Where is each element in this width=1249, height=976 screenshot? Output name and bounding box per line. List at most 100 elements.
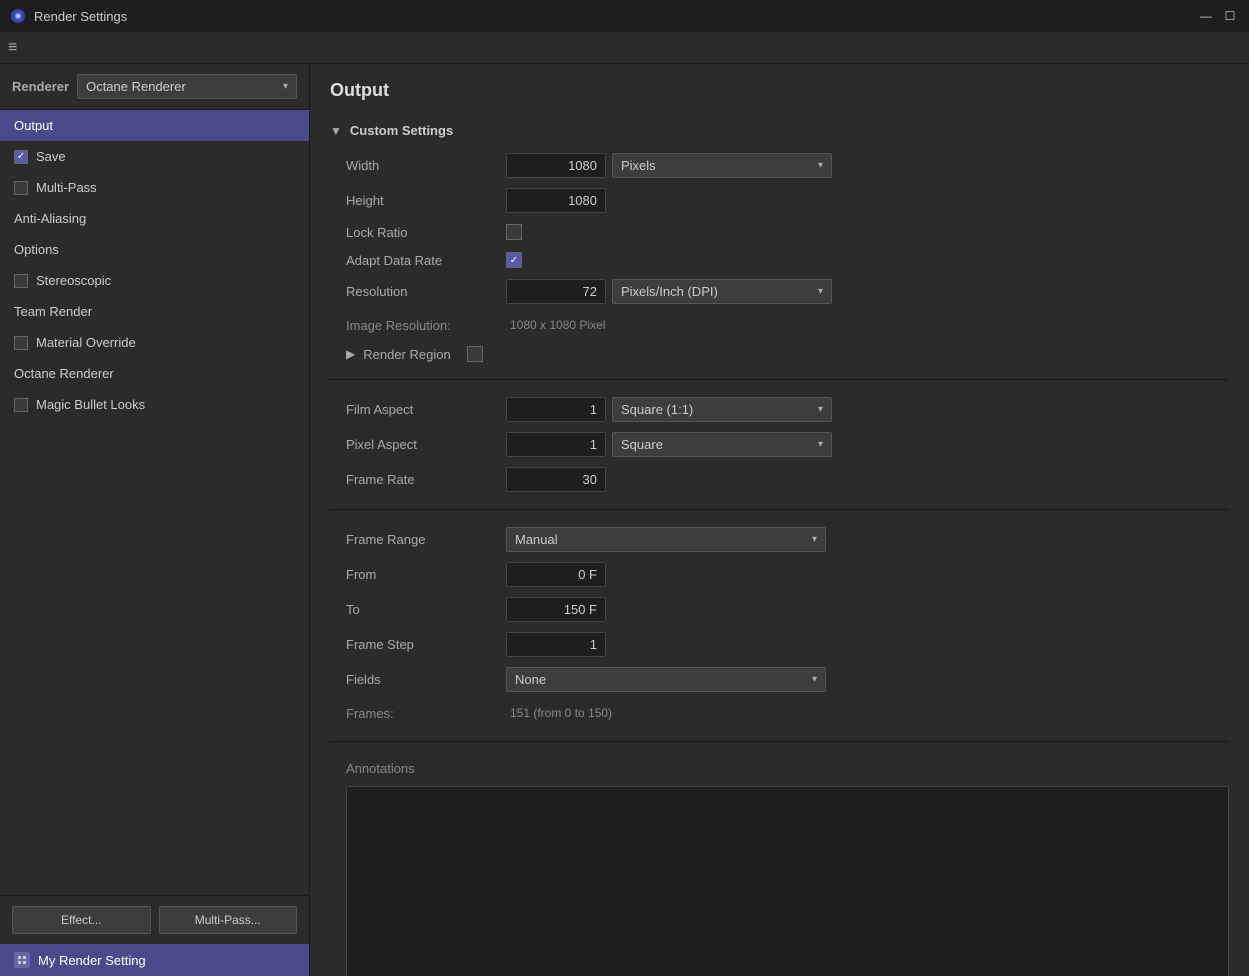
to-label: To: [346, 602, 506, 617]
aspect-form: Film Aspect Square (1:1) ▾ Pixel Aspect …: [330, 388, 1229, 501]
sidebar-item-checkbox-material-override[interactable]: [14, 336, 28, 350]
render-region-expand-icon[interactable]: ▶: [346, 347, 355, 361]
renderer-select[interactable]: Octane Renderer ▾: [77, 74, 297, 99]
sidebar-item-save[interactable]: Save: [0, 141, 309, 172]
sidebar-item-anti-aliasing[interactable]: Anti-Aliasing: [0, 203, 309, 234]
sidebar-item-multi-pass[interactable]: Multi-Pass: [0, 172, 309, 203]
content-area: Output ▼ Custom Settings Width Pixels ▾: [310, 64, 1249, 976]
frames-label: Frames:: [346, 706, 506, 721]
width-unit-select[interactable]: Pixels ▾: [612, 153, 832, 178]
film-aspect-input[interactable]: [506, 397, 606, 422]
render-setting-svg-icon: [17, 955, 27, 965]
image-resolution-value: 1080 x 1080 Pixel: [510, 314, 605, 336]
film-aspect-unit-select[interactable]: Square (1:1) ▾: [612, 397, 832, 422]
pixel-aspect-unit-select[interactable]: Square ▾: [612, 432, 832, 457]
sidebar-item-label-options: Options: [14, 242, 59, 257]
fields-row: Fields None ▾: [346, 662, 1229, 697]
from-row: From: [346, 557, 1229, 592]
sidebar-item-label-team-render: Team Render: [14, 304, 92, 319]
height-row: Height: [346, 183, 1229, 218]
sidebar-item-team-render[interactable]: Team Render: [0, 296, 309, 327]
frame-range-row: Frame Range Manual ▾: [346, 522, 1229, 557]
to-row: To: [346, 592, 1229, 627]
frame-step-input[interactable]: [506, 632, 606, 657]
app-icon: [10, 8, 26, 24]
width-label: Width: [346, 158, 506, 173]
renderer-select-value: Octane Renderer: [86, 79, 186, 94]
multi-pass-button[interactable]: Multi-Pass...: [159, 906, 298, 934]
from-label: From: [346, 567, 506, 582]
sidebar-item-options[interactable]: Options: [0, 234, 309, 265]
resolution-row: Resolution Pixels/Inch (DPI) ▾: [346, 274, 1229, 309]
annotations-label: Annotations: [346, 761, 506, 776]
width-input[interactable]: [506, 153, 606, 178]
adapt-data-rate-label: Adapt Data Rate: [346, 253, 506, 268]
film-aspect-label: Film Aspect: [346, 402, 506, 417]
custom-settings-section: ▼ Custom Settings Width Pixels ▾ Height: [330, 117, 1229, 976]
sidebar-item-label-stereoscopic: Stereoscopic: [36, 273, 111, 288]
sidebar-item-label-output: Output: [14, 118, 53, 133]
film-aspect-unit-value: Square (1:1): [621, 402, 693, 417]
sidebar-item-checkbox-save[interactable]: [14, 150, 28, 164]
resolution-unit-select[interactable]: Pixels/Inch (DPI) ▾: [612, 279, 832, 304]
sidebar-item-checkbox-multi-pass[interactable]: [14, 181, 28, 195]
width-row: Width Pixels ▾: [346, 148, 1229, 183]
resolution-input[interactable]: [506, 279, 606, 304]
render-setting-icon: [14, 952, 30, 968]
pixel-aspect-label: Pixel Aspect: [346, 437, 506, 452]
fields-select[interactable]: None ▾: [506, 667, 826, 692]
image-resolution-row: Image Resolution: 1080 x 1080 Pixel: [346, 309, 1229, 341]
annotations-textarea[interactable]: [346, 786, 1229, 976]
minimize-button[interactable]: —: [1197, 7, 1215, 25]
render-region-checkbox[interactable]: [467, 346, 483, 362]
effect-button[interactable]: Effect...: [12, 906, 151, 934]
menu-icon[interactable]: ≡: [8, 39, 17, 57]
annotations-section: Annotations: [330, 750, 1229, 976]
sidebar: Renderer Octane Renderer ▾ Output Save M…: [0, 64, 310, 976]
sidebar-item-output[interactable]: Output: [0, 110, 309, 141]
sidebar-item-label-magic-bullet: Magic Bullet Looks: [36, 397, 145, 412]
renderer-row: Renderer Octane Renderer ▾: [0, 64, 309, 110]
render-region-row: ▶ Render Region: [346, 341, 1229, 367]
fields-label: Fields: [346, 672, 506, 687]
frame-range-select[interactable]: Manual ▾: [506, 527, 826, 552]
annotations-row: Annotations: [346, 754, 1229, 782]
maximize-button[interactable]: ☐: [1221, 7, 1239, 25]
pixel-aspect-input[interactable]: [506, 432, 606, 457]
to-input[interactable]: [506, 597, 606, 622]
divider-2: [330, 509, 1229, 510]
sidebar-item-magic-bullet-looks[interactable]: Magic Bullet Looks: [0, 389, 309, 420]
frame-rate-input[interactable]: [506, 467, 606, 492]
sidebar-item-stereoscopic[interactable]: Stereoscopic: [0, 265, 309, 296]
from-input[interactable]: [506, 562, 606, 587]
frame-step-label: Frame Step: [346, 637, 506, 652]
custom-settings-title: Custom Settings: [350, 123, 453, 138]
frame-range-value: Manual: [515, 532, 558, 547]
pixel-aspect-unit-value: Square: [621, 437, 663, 452]
render-region-label: Render Region: [363, 347, 450, 362]
sidebar-item-material-override[interactable]: Material Override: [0, 327, 309, 358]
sidebar-item-checkbox-stereoscopic[interactable]: [14, 274, 28, 288]
film-aspect-row: Film Aspect Square (1:1) ▾: [346, 392, 1229, 427]
sidebar-item-checkbox-magic-bullet[interactable]: [14, 398, 28, 412]
sidebar-item-label-anti-aliasing: Anti-Aliasing: [14, 211, 86, 226]
resolution-unit-value: Pixels/Inch (DPI): [621, 284, 718, 299]
image-resolution-label: Image Resolution:: [346, 318, 506, 333]
renderer-select-arrow-icon: ▾: [283, 81, 288, 92]
fields-arrow-icon: ▾: [812, 674, 817, 685]
pixel-aspect-unit-arrow-icon: ▾: [818, 439, 823, 450]
sidebar-item-label-multi-pass: Multi-Pass: [36, 180, 97, 195]
my-render-setting[interactable]: My Render Setting: [0, 944, 309, 976]
width-unit-arrow-icon: ▾: [818, 160, 823, 171]
custom-settings-header[interactable]: ▼ Custom Settings: [330, 117, 1229, 144]
sidebar-item-octane-renderer[interactable]: Octane Renderer: [0, 358, 309, 389]
frame-rate-label: Frame Rate: [346, 472, 506, 487]
adapt-data-rate-row: Adapt Data Rate: [346, 246, 1229, 274]
height-input[interactable]: [506, 188, 606, 213]
lock-ratio-label: Lock Ratio: [346, 225, 506, 240]
adapt-data-rate-checkbox[interactable]: [506, 252, 522, 268]
frame-range-label: Frame Range: [346, 532, 506, 547]
custom-settings-form: Width Pixels ▾ Height Lock Ratio: [330, 144, 1229, 371]
width-unit-value: Pixels: [621, 158, 656, 173]
lock-ratio-checkbox[interactable]: [506, 224, 522, 240]
